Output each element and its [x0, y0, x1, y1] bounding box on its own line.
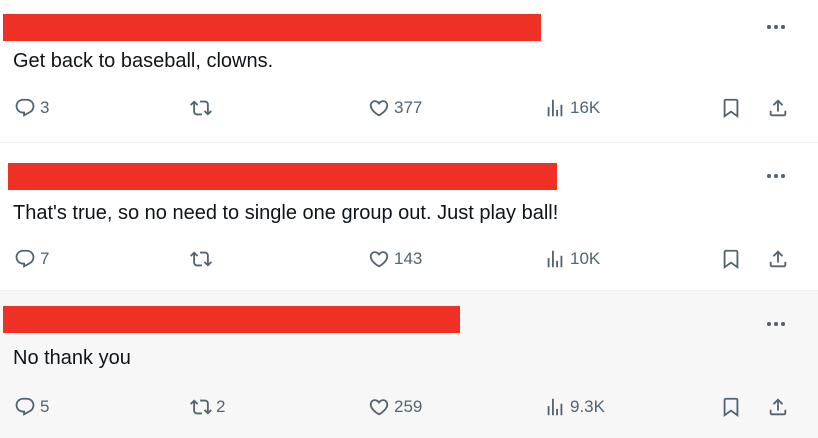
- reply-icon: [15, 98, 35, 117]
- reply-icon: [15, 249, 35, 268]
- share-button[interactable]: [767, 97, 789, 119]
- views-count: 9.3K: [570, 397, 605, 416]
- views-button[interactable]: 9.3K: [544, 395, 605, 419]
- like-button[interactable]: 377: [368, 96, 422, 120]
- reply-tweet-2[interactable]: That's true, so no need to single one gr…: [0, 143, 818, 290]
- repost-icon: [190, 100, 212, 116]
- repost-icon: [190, 399, 212, 415]
- reply-button[interactable]: 5: [14, 395, 49, 419]
- reply-count: 7: [40, 249, 50, 268]
- bookmark-button[interactable]: [720, 396, 742, 418]
- like-button[interactable]: 259: [368, 395, 422, 419]
- views-icon: [547, 398, 563, 416]
- bookmark-button[interactable]: [720, 248, 742, 270]
- repost-button[interactable]: [190, 247, 216, 271]
- reply-button[interactable]: 3: [14, 96, 49, 120]
- views-count: 16K: [570, 98, 601, 117]
- share-icon: [769, 250, 787, 268]
- reply-count: 3: [40, 98, 50, 117]
- like-button[interactable]: 143: [368, 247, 422, 271]
- like-icon: [369, 100, 389, 117]
- repost-icon: [190, 251, 212, 267]
- share-button[interactable]: [767, 248, 789, 270]
- more-options-button[interactable]: [764, 167, 788, 183]
- share-icon: [769, 398, 787, 416]
- reply-button[interactable]: 7: [14, 247, 49, 271]
- like-icon: [369, 399, 389, 416]
- repost-button[interactable]: [190, 96, 216, 120]
- share-icon: [769, 99, 787, 117]
- views-icon: [547, 250, 563, 268]
- redacted-author-bar: [8, 163, 557, 190]
- tweet-text: No thank you: [13, 347, 131, 369]
- reply-tweet-1[interactable]: Get back to baseball, clowns. 3 377 16K: [0, 0, 818, 142]
- redacted-author-bar: [3, 14, 541, 41]
- views-icon: [547, 99, 563, 117]
- tweet-text: That's true, so no need to single one gr…: [13, 202, 559, 224]
- bookmark-icon: [723, 249, 739, 270]
- like-count: 143: [394, 249, 423, 268]
- share-button[interactable]: [767, 396, 789, 418]
- bookmark-button[interactable]: [720, 97, 742, 119]
- repost-button[interactable]: 2: [190, 395, 225, 419]
- like-count: 259: [394, 397, 423, 416]
- reply-count: 5: [40, 397, 50, 416]
- bookmark-icon: [723, 397, 739, 418]
- like-icon: [369, 251, 389, 268]
- views-button[interactable]: 16K: [544, 96, 600, 120]
- repost-count: 2: [216, 397, 226, 416]
- tweet-text: Get back to baseball, clowns.: [13, 50, 274, 72]
- redacted-author-bar: [3, 306, 460, 333]
- views-button[interactable]: 10K: [544, 247, 600, 271]
- reply-icon: [15, 397, 35, 416]
- bookmark-icon: [723, 98, 739, 119]
- more-options-button[interactable]: [764, 315, 788, 331]
- like-count: 377: [394, 98, 423, 117]
- reply-tweet-3[interactable]: No thank you 5 2 259 9.3K: [0, 291, 818, 438]
- views-count: 10K: [570, 249, 601, 268]
- more-options-button[interactable]: [764, 18, 788, 34]
